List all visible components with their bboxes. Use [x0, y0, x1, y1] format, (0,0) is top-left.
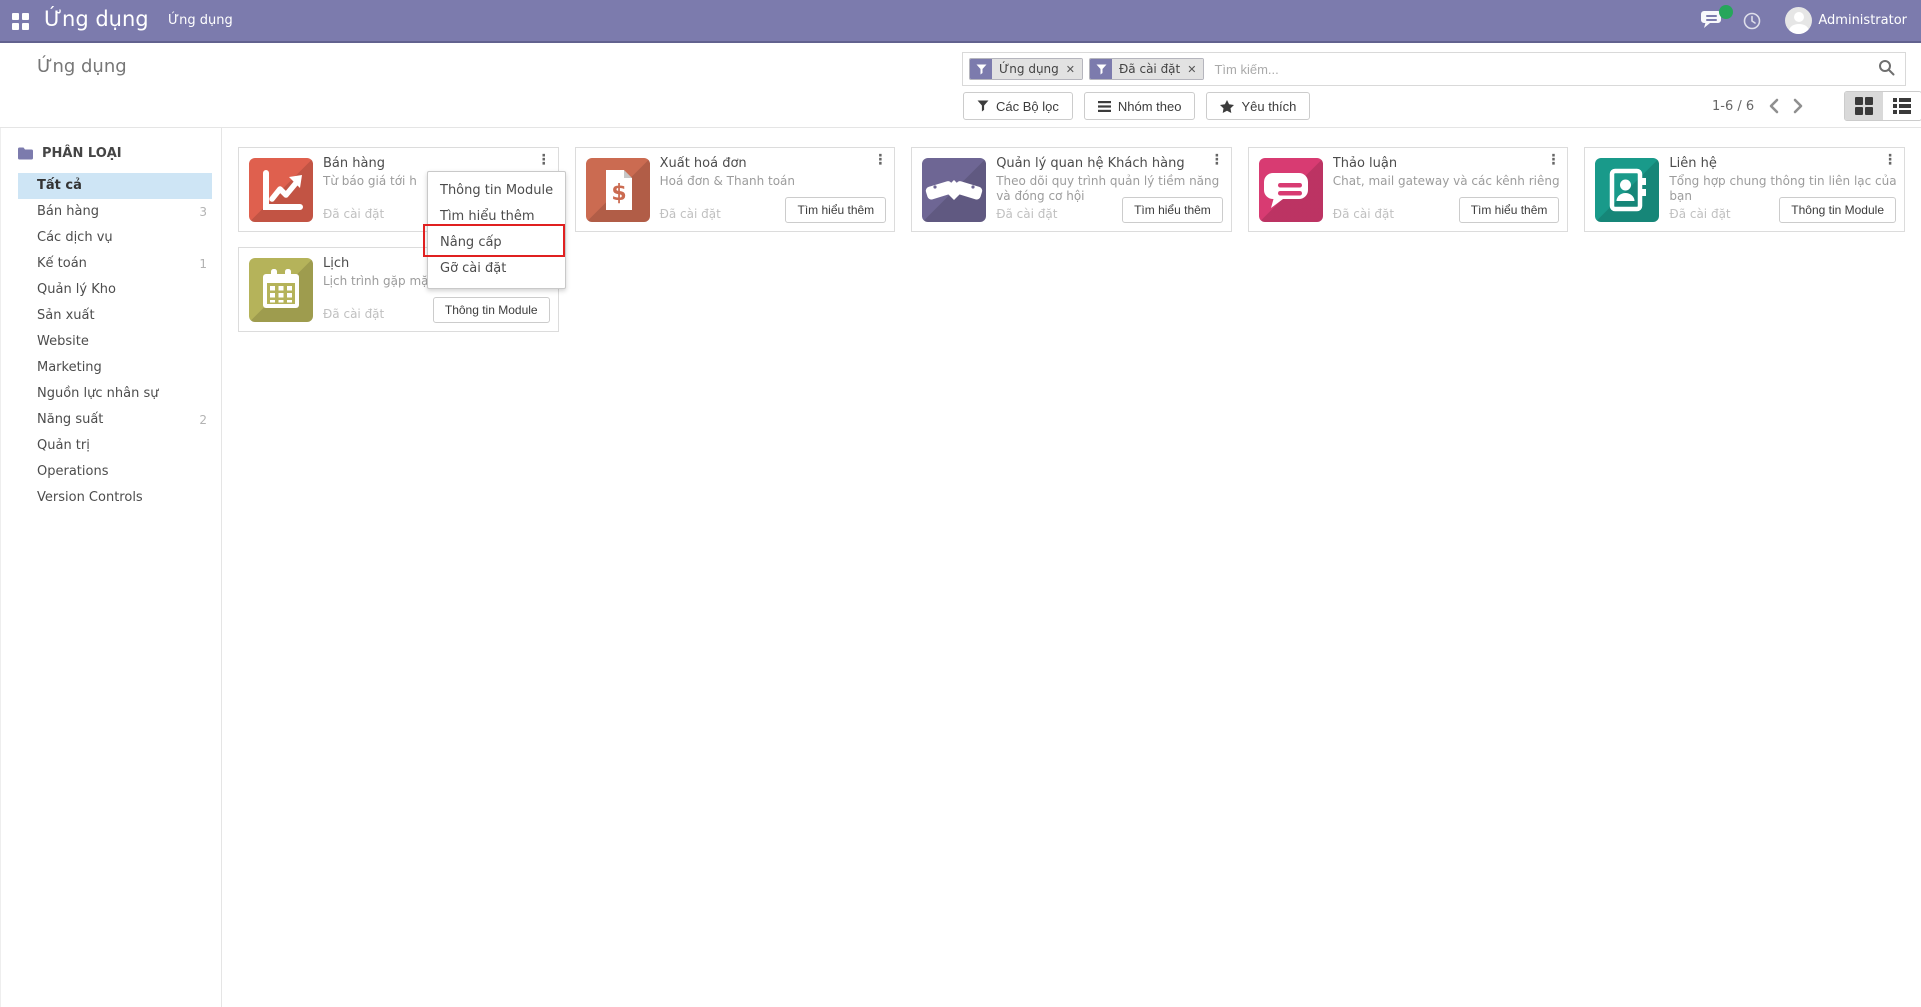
sidebar-item-administration[interactable]: Quản trị	[1, 433, 221, 459]
line-chart-icon	[249, 158, 313, 222]
menu-item-learn-more[interactable]: Tìm hiểu thêm	[428, 204, 565, 230]
sidebar-item-manufacturing[interactable]: Sản xuất	[1, 303, 221, 329]
sidebar-section-title: PHÂN LOẠI	[42, 146, 122, 161]
pager: 1-6 / 6	[1712, 92, 1804, 120]
folder-icon	[18, 147, 33, 160]
module-info-button[interactable]: Thông tin Module	[433, 297, 550, 323]
facet-remove-icon[interactable]: ✕	[1066, 63, 1075, 76]
filters-button[interactable]: Các Bộ lọc	[963, 92, 1073, 120]
app-status: Đã cài đặt	[996, 207, 1057, 221]
facet-body: Đã cài đặt ✕	[1112, 59, 1203, 79]
chat-bubble-icon	[1259, 158, 1323, 222]
user-menu[interactable]: Administrator	[1818, 13, 1907, 28]
handshake-icon	[922, 158, 986, 222]
sidebar-item-inventory[interactable]: Quản lý Kho	[1, 277, 221, 303]
facet-label: Ứng dụng	[999, 62, 1059, 76]
sidebar-item-services[interactable]: Các dịch vụ	[1, 225, 221, 251]
activities-button[interactable]	[1743, 12, 1761, 30]
notification-badge: 1	[1719, 5, 1733, 19]
address-book-icon	[1595, 158, 1659, 222]
clock-icon	[1743, 12, 1761, 30]
app-card-contacts[interactable]: Liên hệ Tổng hợp chung thông tin liên lạ…	[1584, 147, 1905, 232]
pager-next-button[interactable]	[1793, 98, 1804, 114]
sidebar-item-accounting[interactable]: Kế toán1	[1, 251, 221, 277]
sidebar-item-version-controls[interactable]: Version Controls	[1, 485, 221, 511]
group-by-icon	[1098, 101, 1111, 112]
search-icon[interactable]	[1878, 59, 1895, 80]
sidebar-item-productivity[interactable]: Năng suất2	[1, 407, 221, 433]
app-status: Đã cài đặt	[323, 207, 384, 221]
menu-item-upgrade[interactable]: Nâng cấp	[428, 230, 565, 256]
group-by-button[interactable]: Nhóm theo	[1084, 92, 1196, 120]
app-name: Liên hệ	[1669, 156, 1880, 171]
messages-button[interactable]: 1	[1701, 9, 1727, 33]
app-card-discuss[interactable]: Thảo luận Chat, mail gateway và các kênh…	[1248, 147, 1569, 232]
sidebar-item-hr[interactable]: Nguồn lực nhân sự	[1, 381, 221, 407]
app-name: Xuất hoá đơn	[660, 156, 871, 171]
favorites-button[interactable]: Yêu thích	[1206, 92, 1310, 120]
app-name: Quản lý quan hệ Khách hàng	[996, 156, 1207, 171]
menu-item-uninstall[interactable]: Gỡ cài đặt	[428, 256, 565, 282]
app-card-invoicing[interactable]: $ Xuất hoá đơn Hoá đơn & Thanh toán Đã c…	[575, 147, 896, 232]
app-summary: Hoá đơn & Thanh toán	[660, 174, 891, 189]
filter-facet-icon	[1090, 59, 1112, 79]
view-switcher	[1844, 91, 1921, 121]
kebab-menu-icon[interactable]: ⋮	[873, 152, 887, 168]
kebab-menu-icon[interactable]: ⋮	[1546, 152, 1560, 168]
menu-item-module-info[interactable]: Thông tin Module	[428, 178, 565, 204]
search-facet-apps[interactable]: Ứng dụng ✕	[969, 58, 1083, 80]
sidebar-item-operations[interactable]: Operations	[1, 459, 221, 485]
learn-more-button[interactable]: Tìm hiểu thêm	[1459, 197, 1560, 223]
search-facet-installed[interactable]: Đã cài đặt ✕	[1089, 58, 1204, 80]
facet-label: Đã cài đặt	[1119, 62, 1180, 76]
app-status: Đã cài đặt	[1333, 207, 1394, 221]
star-icon	[1220, 100, 1234, 113]
app-status: Đã cài đặt	[660, 207, 721, 221]
learn-more-button[interactable]: Tìm hiểu thêm	[785, 197, 886, 223]
search-input[interactable]	[1212, 61, 1878, 78]
invoice-icon: $	[586, 158, 650, 222]
filter-facet-icon	[970, 59, 992, 79]
app-name: Thảo luận	[1333, 156, 1544, 171]
topbar-menu-item-apps[interactable]: Ứng dụng	[168, 13, 233, 28]
sidebar-section-header: PHÂN LOẠI	[18, 146, 221, 161]
avatar[interactable]	[1785, 7, 1812, 34]
topbar-app-title: Ứng dụng	[44, 7, 149, 31]
card-context-menu: Thông tin Module Tìm hiểu thêm Nâng cấp …	[427, 171, 566, 289]
kanban-view-button[interactable]	[1845, 92, 1883, 120]
filter-icon	[977, 100, 989, 112]
app-status: Đã cài đặt	[323, 307, 384, 321]
odoo-apps-screen: Ứng dụng Ứng dụng 1 Administrator	[0, 0, 1921, 1007]
kebab-menu-icon[interactable]: ⋮	[1210, 152, 1224, 168]
sidebar-item-website[interactable]: Website	[1, 329, 221, 355]
kebab-menu-icon[interactable]: ⋮	[537, 152, 551, 168]
kebab-menu-icon[interactable]: ⋮	[1883, 152, 1897, 168]
svg-text:$: $	[611, 181, 626, 206]
app-summary: Chat, mail gateway và các kênh riêng	[1333, 174, 1564, 189]
sidebar-item-sales[interactable]: Bán hàng3	[1, 199, 221, 225]
category-sidebar: PHÂN LOẠI Tất cả Bán hàng3 Các dịch vụ K…	[0, 128, 222, 1007]
app-status: Đã cài đặt	[1669, 207, 1730, 221]
facet-remove-icon[interactable]: ✕	[1187, 63, 1196, 76]
page-title: Ứng dụng	[37, 56, 127, 77]
facet-body: Ứng dụng ✕	[992, 59, 1082, 79]
list-view-icon	[1893, 98, 1911, 114]
list-view-button[interactable]	[1883, 92, 1921, 120]
kanban-view-icon	[1855, 97, 1873, 115]
apps-menu-icon[interactable]	[12, 13, 29, 30]
pager-previous-button[interactable]	[1768, 98, 1779, 114]
calendar-icon	[249, 258, 313, 322]
app-card-crm[interactable]: Quản lý quan hệ Khách hàng Theo dõi quy …	[911, 147, 1232, 232]
sidebar-item-all[interactable]: Tất cả	[18, 173, 212, 199]
topbar: Ứng dụng Ứng dụng 1 Administrator	[0, 0, 1921, 43]
control-panel: Ứng dụng Ứng dụng ✕ Đã cài đặt ✕	[0, 43, 1921, 128]
app-name: Bán hàng	[323, 156, 534, 171]
search-options-row: Các Bộ lọc Nhóm theo Yêu thích	[963, 92, 1310, 120]
sidebar-item-marketing[interactable]: Marketing	[1, 355, 221, 381]
module-info-button[interactable]: Thông tin Module	[1779, 197, 1896, 223]
learn-more-button[interactable]: Tìm hiểu thêm	[1122, 197, 1223, 223]
search-bar: Ứng dụng ✕ Đã cài đặt ✕	[962, 52, 1906, 86]
topbar-right-cluster: 1 Administrator	[1701, 0, 1921, 41]
pager-range: 1-6 / 6	[1712, 99, 1754, 114]
